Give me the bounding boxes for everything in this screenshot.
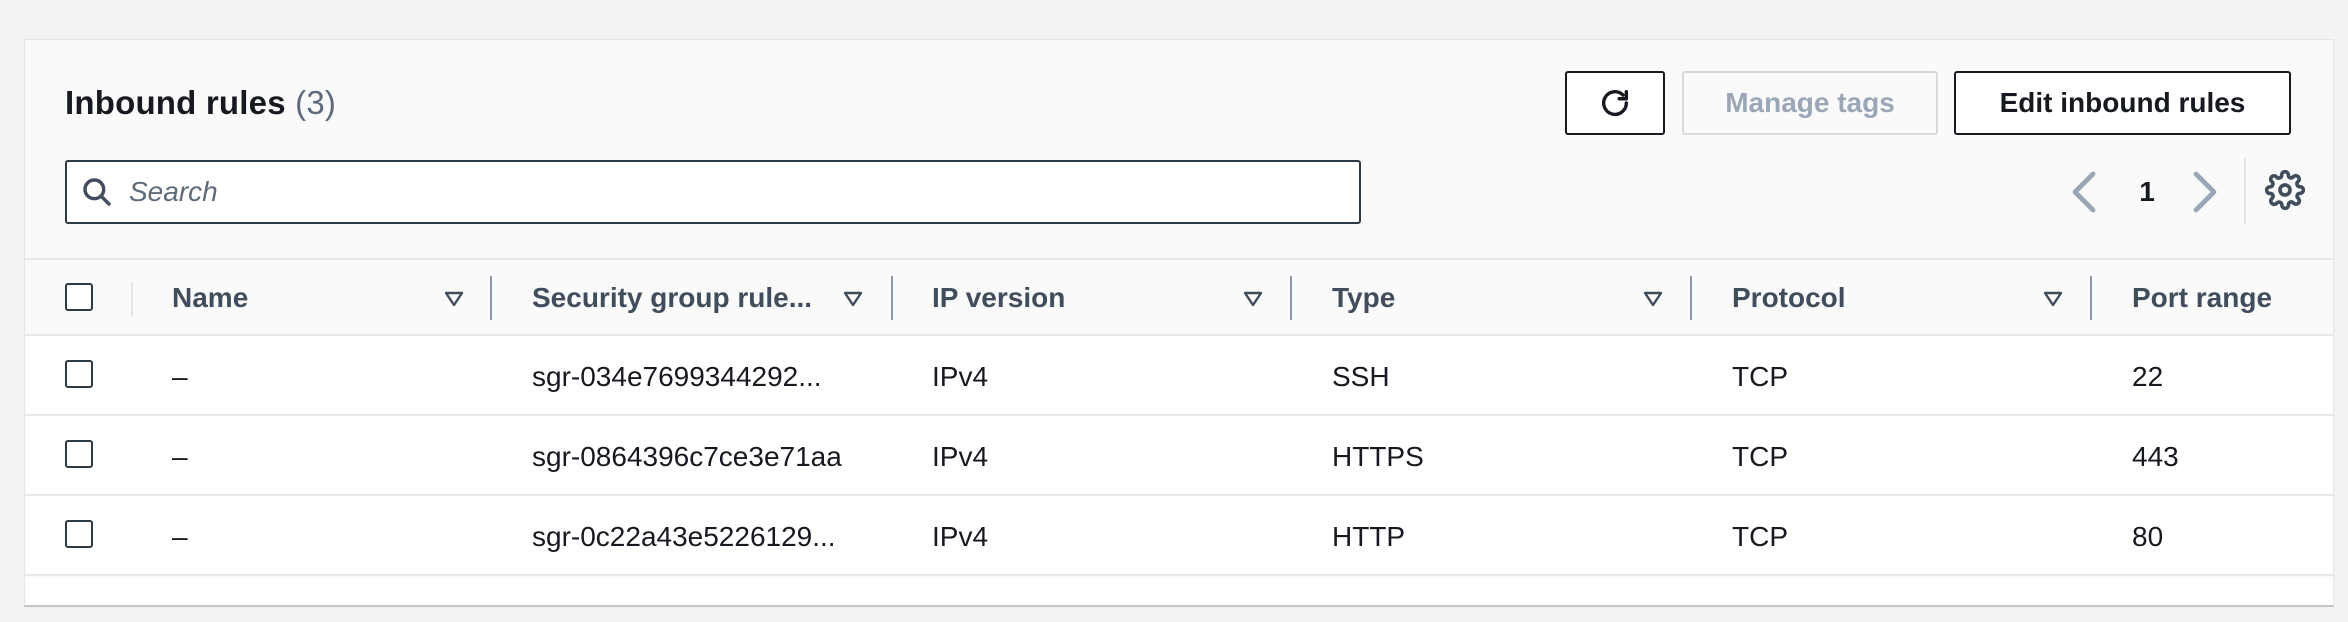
cell-protocol: TCP [1732,441,1788,472]
chevron-left-icon[interactable] [2067,170,2101,214]
row-checkbox[interactable] [65,440,93,468]
column-header-name[interactable]: Name [172,282,248,314]
refresh-icon [1601,89,1629,116]
table-row[interactable]: – sgr-0c22a43e5226129... IPv4 HTTP TCP 8… [25,496,2333,576]
rule-count: (3) [295,84,337,121]
sort-caret-down-icon[interactable] [1642,290,1664,308]
column-header-ip-version[interactable]: IP version [932,282,1065,314]
cell-port-range: 22 [2132,361,2164,392]
cell-protocol: TCP [1732,361,1788,392]
cell-rule-id[interactable]: sgr-0c22a43e5226129... [532,521,872,553]
current-page-number[interactable]: 1 [2135,176,2159,208]
cell-ip-version: IPv4 [932,521,989,552]
cell-type: HTTPS [1332,441,1424,472]
table-row[interactable]: – sgr-034e7699344292... IPv4 SSH TCP 22 [25,336,2333,416]
sort-caret-down-icon[interactable] [1242,290,1264,308]
header-divider [131,282,133,316]
cell-name: – [172,441,188,472]
pagination-divider [2244,158,2246,224]
column-resizer[interactable] [1290,276,1292,320]
cell-name: – [172,521,188,552]
cell-rule-id[interactable]: sgr-0864396c7ce3e71aa [532,441,872,473]
row-checkbox[interactable] [65,360,93,388]
cell-ip-version: IPv4 [932,441,989,472]
cell-ip-version: IPv4 [932,361,989,392]
sort-caret-down-icon[interactable] [842,290,864,308]
inbound-rules-panel: Inbound rules (3) Manage tags Edit inbou… [24,39,2334,607]
cell-protocol: TCP [1732,521,1788,552]
table-footer-space [25,578,2333,605]
column-header-protocol[interactable]: Protocol [1732,282,1846,314]
column-resizer[interactable] [1690,276,1692,320]
sort-caret-down-icon[interactable] [443,290,465,308]
inbound-rules-table: Name Security group rule... IP version T… [25,258,2333,576]
search-input[interactable] [129,170,1339,214]
search-field[interactable] [65,160,1361,224]
edit-inbound-rules-button[interactable]: Edit inbound rules [1954,71,2291,135]
manage-tags-button[interactable]: Manage tags [1682,71,1938,135]
column-header-port-range[interactable]: Port range [2132,282,2272,314]
column-resizer[interactable] [490,276,492,320]
column-header-security-group-rule[interactable]: Security group rule... [532,282,812,314]
cell-port-range: 443 [2132,441,2179,472]
column-header-type[interactable]: Type [1332,282,1395,314]
sort-caret-down-icon[interactable] [2042,290,2064,308]
cell-rule-id[interactable]: sgr-034e7699344292... [532,361,872,393]
refresh-button[interactable] [1565,71,1665,135]
cell-name: – [172,361,188,392]
search-icon [83,178,111,206]
gear-icon[interactable] [2265,170,2305,210]
cell-type: SSH [1332,361,1390,392]
table-header-row: Name Security group rule... IP version T… [25,258,2333,336]
panel-header: Inbound rules (3) Manage tags Edit inbou… [25,40,2333,258]
chevron-right-icon[interactable] [2188,170,2222,214]
cell-port-range: 80 [2132,521,2164,552]
panel-title: Inbound rules (3) [65,84,336,122]
row-checkbox[interactable] [65,520,93,548]
panel-title-text: Inbound rules [65,84,286,121]
cell-type: HTTP [1332,521,1406,552]
select-all-checkbox[interactable] [65,283,93,311]
table-row[interactable]: – sgr-0864396c7ce3e71aa IPv4 HTTPS TCP 4… [25,416,2333,496]
column-resizer[interactable] [891,276,893,320]
column-resizer[interactable] [2090,276,2092,320]
